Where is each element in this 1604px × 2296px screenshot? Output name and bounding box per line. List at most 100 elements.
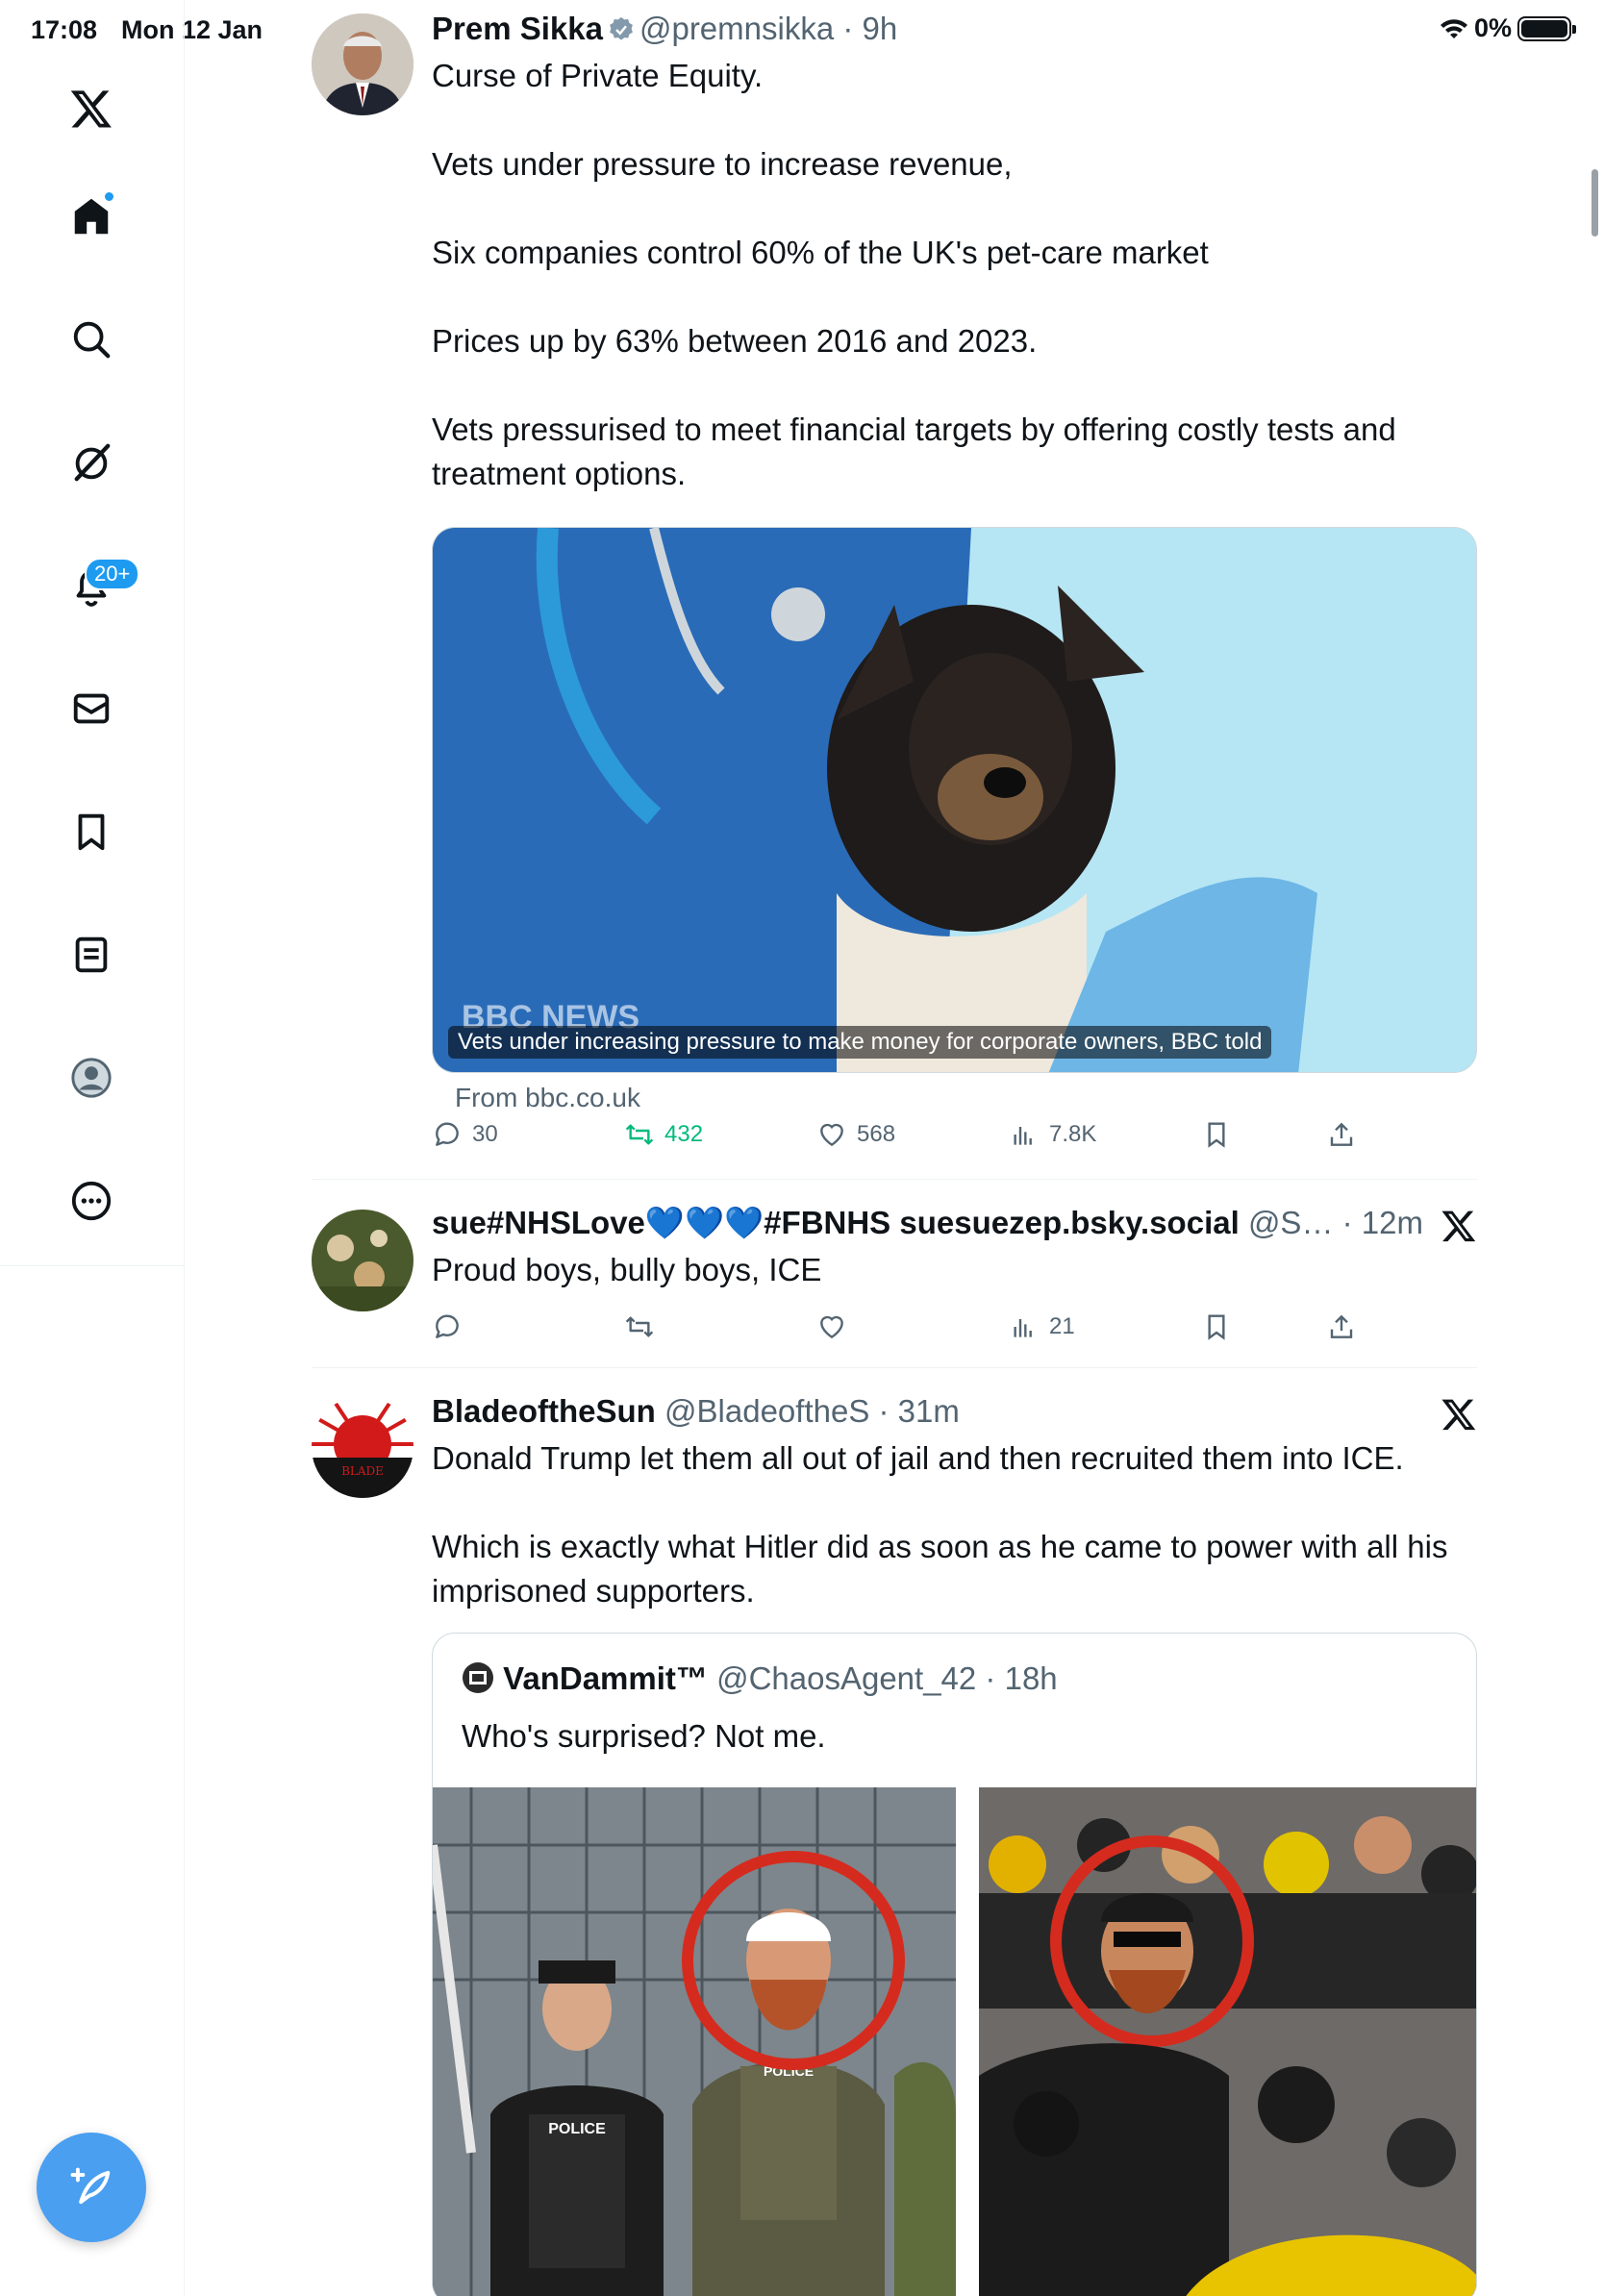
tweet-text: Proud boys, bully boys, ICE [432, 1248, 1477, 1292]
avatar[interactable]: BLADE [312, 1396, 414, 1498]
heart-icon [820, 1315, 843, 1339]
compose-button[interactable] [37, 2133, 146, 2242]
quoted-tweet[interactable]: VanDammit™ @ChaosAgent_42 · 18h Who's su… [432, 1633, 1477, 2296]
tweet-header: sue#NHSLove💙💙💙#FBNHS suesuezep.bsky.soci… [432, 1205, 1423, 1240]
author-name[interactable]: sue#NHSLove💙💙💙#FBNHS suesuezep.bsky.soci… [432, 1205, 1240, 1240]
battery-percent: 0% [1473, 13, 1512, 42]
bookmark-icon [1208, 1314, 1225, 1340]
home-icon[interactable] [63, 188, 119, 244]
reply-icon [436, 1122, 459, 1146]
home-unread-dot [103, 190, 115, 203]
link-card-source[interactable]: From bbc.co.uk [455, 1083, 640, 1113]
share-icon [1330, 1122, 1353, 1146]
avatar[interactable] [312, 13, 414, 115]
quoted-tweet-text: Who's surprised? Not me. [462, 1718, 826, 1754]
author-handle[interactable]: @BladeoftheS [664, 1393, 869, 1429]
tweet-divider [312, 1367, 1477, 1368]
tweet-content: BladeoftheSun @BladeoftheS · 31m Donald … [432, 1392, 1477, 1613]
share-icon [1330, 1314, 1353, 1338]
tweet-header: BladeoftheSun @BladeoftheS · 31m [432, 1393, 960, 1429]
bookmark-button[interactable] [1201, 1119, 1232, 1150]
more-icon[interactable] [63, 1173, 119, 1229]
views-button[interactable]: 21 [1009, 1311, 1075, 1342]
quoted-tweet-time[interactable]: 18h [1005, 1660, 1058, 1696]
link-card-image[interactable]: BBC NEWS Vets under increasing pressure … [432, 527, 1477, 1073]
compose-icon [70, 2167, 111, 2205]
like-button[interactable]: 568 [816, 1119, 895, 1150]
tweet-actions: 21 [432, 1311, 1355, 1350]
verified-badge-icon [610, 16, 633, 40]
views-icon [1014, 1319, 1032, 1337]
avatar[interactable] [312, 1210, 414, 1311]
quoted-tweet-header: VanDammit™ @ChaosAgent_42 · 18h [462, 1660, 1058, 1697]
sidebar: 20+ [0, 0, 185, 2296]
tweet-text-line: Prices up by 63% between 2016 and 2023. [432, 323, 1038, 359]
tweet[interactable]: BLADE BladeoftheSun @BladeoftheS · 31m D… [312, 1392, 1477, 2296]
repost-count: 432 [664, 1121, 704, 1147]
tweet-text-line: Six companies control 60% of the UK's pe… [432, 235, 1209, 270]
notifications-badge: 20+ [85, 558, 140, 590]
views-button[interactable]: 7.8K [1009, 1119, 1096, 1150]
author-name[interactable]: Prem Sikka [432, 11, 603, 46]
bookmarks-icon[interactable] [63, 804, 119, 860]
tweet-text: Curse of Private Equity. Vets under pres… [432, 54, 1477, 496]
heart-icon [820, 1123, 843, 1147]
quoted-author-handle[interactable]: @ChaosAgent_42 [716, 1660, 976, 1696]
grok-icon[interactable] [63, 435, 119, 490]
reply-button[interactable] [432, 1311, 463, 1342]
svg-text:BLADE: BLADE [341, 1464, 384, 1478]
tweet-text: Donald Trump let them all out of jail an… [432, 1436, 1477, 1613]
police-label-left: POLICE [548, 2121, 606, 2137]
tweet-divider [312, 1179, 1477, 1180]
messages-icon[interactable] [63, 681, 119, 736]
tweet-text-line: Donald Trump let them all out of jail an… [432, 1440, 1404, 1476]
repost-icon [625, 1316, 654, 1337]
author-handle[interactable]: @premnsikka [639, 11, 834, 46]
tweet-time[interactable]: 31m [898, 1393, 960, 1429]
repost-button[interactable]: 432 [624, 1119, 703, 1150]
repost-button[interactable] [624, 1311, 655, 1342]
link-card-caption: Vets under increasing pressure to make m… [448, 1026, 1272, 1059]
repost-icon [625, 1124, 654, 1145]
like-button[interactable] [816, 1311, 847, 1342]
tweet[interactable]: sue#NHSLove💙💙💙#FBNHS suesuezep.bsky.soci… [312, 1204, 1477, 1358]
quoted-author-name[interactable]: VanDammit™ [503, 1660, 708, 1696]
bookmark-button[interactable] [1201, 1311, 1232, 1342]
battery-icon [1517, 15, 1576, 41]
reply-icon [436, 1314, 459, 1338]
like-count: 568 [857, 1121, 896, 1147]
tweet[interactable]: Prem Sikka @premnsikka · 9h Curse of Priv… [312, 10, 1477, 1186]
sidebar-divider [0, 1265, 185, 1266]
reply-count: 30 [472, 1121, 498, 1147]
quoted-image-left[interactable]: POLICE POLICE [433, 1787, 956, 2296]
profile-icon[interactable] [63, 1050, 119, 1106]
author-name[interactable]: BladeoftheSun [432, 1393, 656, 1429]
tweet-time[interactable]: 12m [1362, 1205, 1423, 1240]
tweet-text-line: Curse of Private Equity. [432, 58, 764, 93]
views-count: 21 [1049, 1313, 1075, 1339]
bookmark-icon [1208, 1122, 1225, 1148]
lists-icon[interactable] [63, 927, 119, 983]
views-count: 7.8K [1049, 1121, 1097, 1147]
tweet-text-line: Vets pressurised to meet financial targe… [432, 412, 1396, 491]
x-logo-icon[interactable] [63, 81, 119, 137]
tweet-text-line: Proud boys, bully boys, ICE [432, 1252, 822, 1287]
tweet-text-line: Vets under pressure to increase revenue, [432, 146, 1013, 182]
views-icon [1014, 1127, 1032, 1145]
tweet-actions: 30 432 568 7.8K [432, 1119, 1355, 1158]
x-source-icon [1441, 1210, 1476, 1242]
share-button[interactable] [1326, 1311, 1357, 1342]
quoted-image-right[interactable] [979, 1787, 1476, 2296]
quoted-avatar[interactable] [462, 1661, 494, 1694]
tweet-content: sue#NHSLove💙💙💙#FBNHS suesuezep.bsky.soci… [432, 1204, 1477, 1292]
share-button[interactable] [1326, 1119, 1357, 1150]
author-handle[interactable]: @S… [1248, 1205, 1334, 1240]
tweet-content: Prem Sikka @premnsikka · 9h Curse of Priv… [432, 10, 1477, 496]
tweet-text-line: Which is exactly what Hitler did as soon… [432, 1529, 1448, 1609]
x-source-icon [1441, 1399, 1476, 1431]
tweet-header: Prem Sikka @premnsikka · 9h [432, 11, 898, 46]
search-icon[interactable] [63, 312, 119, 367]
tweet-time[interactable]: 9h [863, 11, 898, 46]
scrollbar[interactable] [1591, 169, 1598, 237]
reply-button[interactable]: 30 [432, 1119, 498, 1150]
